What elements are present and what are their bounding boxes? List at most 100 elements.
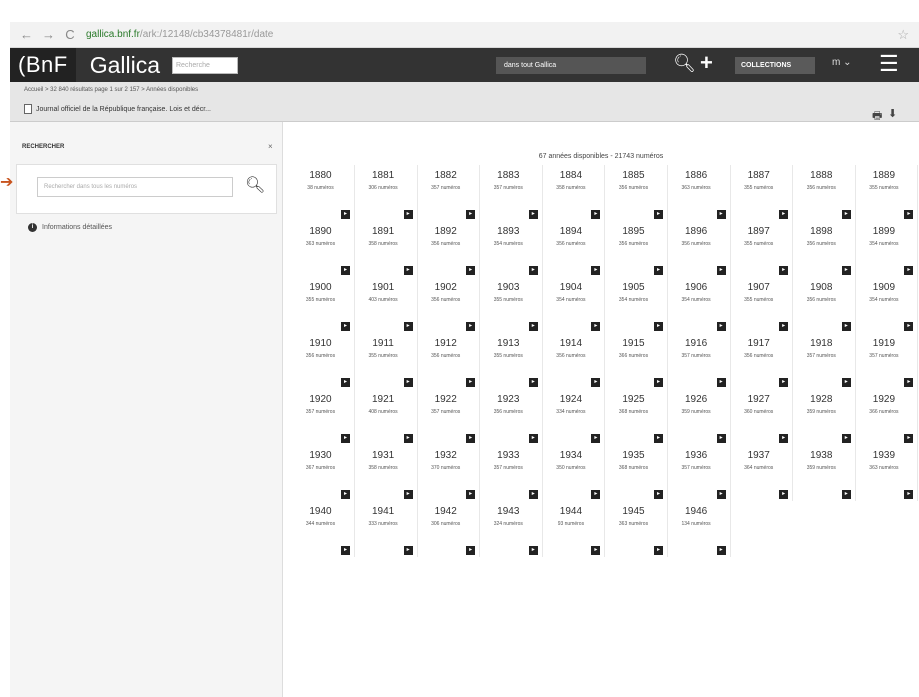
year-cell[interactable]: 1945 363 numéros ▸ [606,501,668,557]
collections-button[interactable]: COLLECTIONS [735,57,815,74]
year-cell[interactable]: 1884 358 numéros ▸ [543,165,606,221]
open-calendar-icon[interactable]: ▸ [403,266,413,275]
open-calendar-icon[interactable]: ▸ [841,434,851,443]
year-cell[interactable]: 1901 403 numéros ▸ [355,277,418,333]
open-calendar-icon[interactable]: ▸ [341,210,350,219]
open-calendar-icon[interactable]: ▸ [716,546,726,555]
open-calendar-icon[interactable]: ▸ [528,210,538,219]
year-cell[interactable]: 1900 355 numéros ▸ [293,277,355,333]
year-cell[interactable]: 1927 360 numéros ▸ [731,389,794,445]
open-calendar-icon[interactable]: ▸ [403,434,413,443]
bnf-logo[interactable]: (BnF [10,48,76,82]
year-cell[interactable]: 1937 364 numéros ▸ [731,445,794,501]
open-calendar-icon[interactable]: ▸ [466,210,476,219]
gallica-logo[interactable]: Gallica [90,52,160,79]
year-cell[interactable]: 1903 355 numéros ▸ [480,277,543,333]
year-cell[interactable]: 1929 366 numéros ▸ [856,389,919,445]
open-calendar-icon[interactable]: ▸ [466,378,476,387]
year-cell[interactable]: 1893 354 numéros ▸ [480,221,543,277]
open-calendar-icon[interactable]: ▸ [779,266,789,275]
year-cell[interactable]: 1936 357 numéros ▸ [668,445,731,501]
open-calendar-icon[interactable]: ▸ [466,266,476,275]
address-bar[interactable]: gallica.bnf.fr/ark:/12148/cb34378481r/da… [86,29,887,40]
year-cell[interactable]: 1911 355 numéros ▸ [355,333,418,389]
year-cell[interactable]: 1913 355 numéros ▸ [480,333,543,389]
breadcrumb[interactable]: Accueil > 32 840 résultats page 1 sur 2 … [24,87,198,93]
open-calendar-icon[interactable]: ▸ [779,378,789,387]
open-calendar-icon[interactable]: ▸ [904,434,914,443]
year-cell[interactable]: 1926 359 numéros ▸ [668,389,731,445]
search-scope-select[interactable]: dans tout Gallica [496,57,646,74]
open-calendar-icon[interactable]: ▸ [466,490,476,499]
open-calendar-icon[interactable]: ▸ [528,266,538,275]
year-cell[interactable]: 1946 134 numéros ▸ [668,501,731,557]
year-cell[interactable]: 1932 370 numéros ▸ [418,445,481,501]
year-cell[interactable]: 1896 356 numéros ▸ [668,221,731,277]
forward-arrow-icon[interactable]: → [42,27,55,42]
open-calendar-icon[interactable]: ▸ [654,210,663,219]
plus-icon[interactable]: + [700,50,713,76]
year-cell[interactable]: 1898 356 numéros ▸ [793,221,856,277]
year-cell[interactable]: 1944 93 numéros ▸ [543,501,606,557]
year-cell[interactable]: 1897 355 numéros ▸ [731,221,794,277]
year-cell[interactable]: 1933 357 numéros ▸ [480,445,543,501]
open-calendar-icon[interactable]: ▸ [528,546,538,555]
open-calendar-icon[interactable]: ▸ [591,434,601,443]
open-calendar-icon[interactable]: ▸ [716,322,726,331]
open-calendar-icon[interactable]: ▸ [654,322,663,331]
year-cell[interactable]: 1905 354 numéros ▸ [606,277,668,333]
year-cell[interactable]: 1912 356 numéros ▸ [418,333,481,389]
open-calendar-icon[interactable]: ▸ [779,490,789,499]
open-calendar-icon[interactable]: ▸ [591,546,601,555]
year-cell[interactable]: 1940 344 numéros ▸ [293,501,355,557]
open-calendar-icon[interactable]: ▸ [654,266,663,275]
year-cell[interactable]: 1917 356 numéros ▸ [731,333,794,389]
open-calendar-icon[interactable]: ▸ [716,266,726,275]
open-calendar-icon[interactable]: ▸ [466,546,476,555]
year-cell[interactable]: 1895 356 numéros ▸ [606,221,668,277]
hamburger-menu-icon[interactable]: ☰ [879,51,899,77]
year-cell[interactable]: 1935 368 numéros ▸ [606,445,668,501]
year-cell[interactable]: 1922 357 numéros ▸ [418,389,481,445]
year-cell[interactable]: 1934 350 numéros ▸ [543,445,606,501]
year-cell[interactable]: 1914 356 numéros ▸ [543,333,606,389]
year-cell[interactable]: 1881 306 numéros ▸ [355,165,418,221]
year-cell[interactable]: 1938 359 numéros ▸ [793,445,856,501]
year-cell[interactable]: 1923 356 numéros ▸ [480,389,543,445]
year-cell[interactable]: 1907 355 numéros ▸ [731,277,794,333]
year-cell[interactable]: 1892 356 numéros ▸ [418,221,481,277]
open-calendar-icon[interactable]: ▸ [841,322,851,331]
open-calendar-icon[interactable]: ▸ [591,266,601,275]
year-cell[interactable]: 1906 354 numéros ▸ [668,277,731,333]
info-link[interactable]: i Informations détaillées [28,223,112,232]
open-calendar-icon[interactable]: ▸ [841,378,851,387]
year-cell[interactable]: 1883 357 numéros ▸ [480,165,543,221]
year-cell[interactable]: 1939 363 numéros ▸ [856,445,919,501]
year-cell[interactable]: 1915 366 numéros ▸ [606,333,668,389]
year-cell[interactable]: 1890 363 numéros ▸ [293,221,355,277]
open-calendar-icon[interactable]: ▸ [841,266,851,275]
year-cell[interactable]: 1887 355 numéros ▸ [731,165,794,221]
year-cell[interactable]: 1916 357 numéros ▸ [668,333,731,389]
year-cell[interactable]: 1894 356 numéros ▸ [543,221,606,277]
open-calendar-icon[interactable]: ▸ [654,378,663,387]
year-cell[interactable]: 1941 333 numéros ▸ [355,501,418,557]
open-calendar-icon[interactable]: ▸ [904,266,914,275]
open-calendar-icon[interactable]: ▸ [716,434,726,443]
open-calendar-icon[interactable]: ▸ [466,434,476,443]
search-icon[interactable]: 🔍︎ [245,175,265,195]
open-calendar-icon[interactable]: ▸ [403,378,413,387]
open-calendar-icon[interactable]: ▸ [591,210,601,219]
year-cell[interactable]: 1910 356 numéros ▸ [293,333,355,389]
open-calendar-icon[interactable]: ▸ [779,322,789,331]
open-calendar-icon[interactable]: ▸ [654,434,663,443]
open-calendar-icon[interactable]: ▸ [466,322,476,331]
open-calendar-icon[interactable]: ▸ [341,546,350,555]
open-calendar-icon[interactable]: ▸ [591,490,601,499]
open-calendar-icon[interactable]: ▸ [904,378,914,387]
sidebar-search-input[interactable]: Rechercher dans tous les numéros [37,177,233,197]
year-cell[interactable]: 1942 306 numéros ▸ [418,501,481,557]
search-icon[interactable]: 🔍︎ [673,53,696,74]
year-cell[interactable]: 1931 358 numéros ▸ [355,445,418,501]
year-cell[interactable]: 1928 359 numéros ▸ [793,389,856,445]
